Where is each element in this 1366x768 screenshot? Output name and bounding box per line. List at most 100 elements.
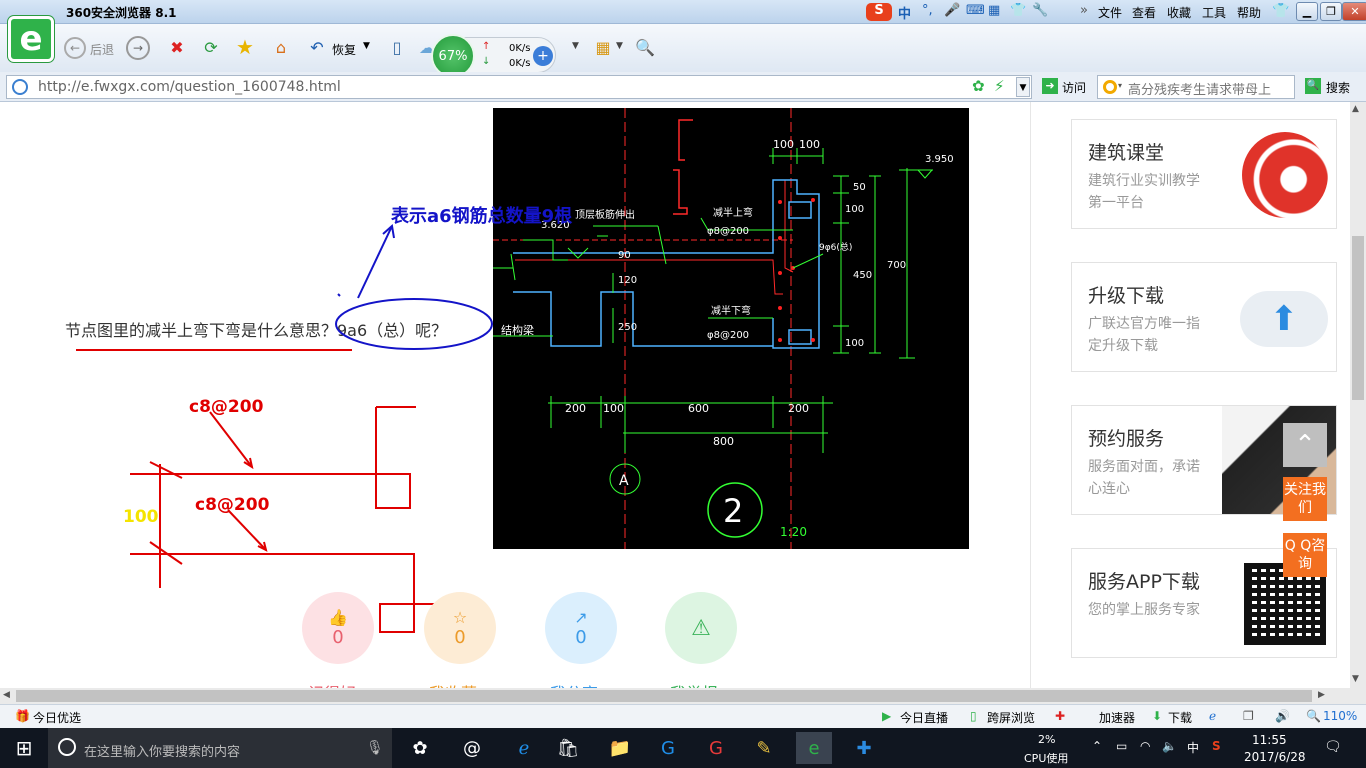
- battery-icon[interactable]: ▭: [1116, 739, 1127, 753]
- restore-label[interactable]: 恢复: [332, 41, 356, 58]
- follow-us-button[interactable]: 关注我们: [1283, 477, 1327, 521]
- close-button[interactable]: ✕: [1342, 2, 1366, 21]
- search-magnifier-icon[interactable]: 🔍: [1305, 78, 1321, 94]
- extensions-dropdown-icon[interactable]: ▼: [616, 41, 623, 51]
- favorite-star-icon[interactable]: ★: [232, 34, 258, 60]
- glodon-app-icon[interactable]: G: [650, 732, 686, 764]
- like-label[interactable]: 记得好: [308, 680, 356, 688]
- ime-lang-indicator[interactable]: 中: [898, 3, 911, 22]
- skin-icon[interactable]: 👕: [1010, 3, 1026, 21]
- search-placeholder[interactable]: 高分残疾考生请求带母上: [1128, 79, 1292, 98]
- refresh-icon[interactable]: ⟳: [198, 34, 224, 60]
- sidebar-card-upgrade[interactable]: 升级下载 广联达官方唯一指定升级下载 ⬆: [1071, 262, 1337, 372]
- favorite-button[interactable]: ☆ 0: [424, 592, 496, 664]
- url-text[interactable]: http://e.fwxgx.com/question_1600748.html: [38, 79, 341, 95]
- spiral-app-icon[interactable]: @: [454, 732, 490, 764]
- qq-consult-button[interactable]: Q Q咨询: [1283, 533, 1327, 577]
- maximize-button[interactable]: ❐: [1320, 2, 1342, 21]
- home-icon[interactable]: ⌂: [268, 34, 294, 60]
- daily-picks-link[interactable]: 今日优选: [33, 709, 81, 726]
- tray-expand-icon[interactable]: ⌃: [1092, 739, 1102, 753]
- accelerator-link[interactable]: 加速器: [1099, 709, 1135, 726]
- live-link[interactable]: 今日直播: [900, 709, 948, 726]
- stop-icon[interactable]: ✖: [164, 34, 190, 60]
- cortana-icon[interactable]: [58, 738, 76, 756]
- download-icon[interactable]: ⬇: [1152, 709, 1162, 723]
- mic-icon[interactable]: 🎙: [366, 740, 384, 756]
- accelerator-icon[interactable]: ✚: [1055, 709, 1065, 723]
- like-button[interactable]: 👍 0: [302, 592, 374, 664]
- extension-dropdown-icon[interactable]: ▼: [572, 41, 579, 51]
- more-icon[interactable]: »: [1080, 3, 1088, 21]
- site-security-icon[interactable]: [12, 79, 28, 95]
- cpu-label[interactable]: CPU使用: [1024, 750, 1068, 766]
- sogou-tray-icon[interactable]: S: [1212, 739, 1221, 753]
- zoom-icon[interactable]: 🔍: [1306, 709, 1321, 723]
- clock-time[interactable]: 11:55: [1252, 733, 1287, 747]
- restore-icon[interactable]: ↶: [304, 34, 330, 60]
- visit-button[interactable]: 访问: [1062, 79, 1086, 96]
- glodon-red-icon[interactable]: G: [698, 732, 734, 764]
- shirt-icon[interactable]: 👕: [1272, 3, 1289, 19]
- browser-360-task-icon[interactable]: e: [796, 732, 832, 764]
- grid-icon[interactable]: ▦: [988, 3, 1000, 21]
- ie-icon[interactable]: ℯ: [1209, 709, 1216, 723]
- speaker-icon[interactable]: 🔈: [1162, 739, 1177, 753]
- zoom-search-icon[interactable]: 🔍: [632, 34, 658, 60]
- speedup-plus-icon[interactable]: +: [533, 46, 553, 66]
- taskbar-search-placeholder[interactable]: 在这里输入你要搜索的内容: [84, 741, 240, 760]
- report-label[interactable]: 我举报: [670, 680, 718, 688]
- download-link[interactable]: 下载: [1168, 709, 1192, 726]
- mobile-icon[interactable]: ▯: [384, 34, 410, 60]
- menu-help[interactable]: 帮助: [1237, 4, 1261, 21]
- compat-mode-icon[interactable]: ✿: [972, 77, 985, 95]
- restore-dropdown-icon[interactable]: ▼: [363, 41, 370, 51]
- notes-app-icon[interactable]: ✎: [746, 732, 782, 764]
- punctuation-icon[interactable]: °,: [922, 3, 933, 21]
- wifi-icon[interactable]: ◠: [1140, 739, 1150, 753]
- sogou-ime-icon[interactable]: S: [866, 3, 892, 21]
- live-icon[interactable]: ▶: [882, 709, 891, 723]
- search-engine-icon[interactable]: [1103, 80, 1117, 94]
- speed-mode-icon[interactable]: ⚡: [994, 77, 1005, 95]
- search-button[interactable]: 搜索: [1326, 79, 1350, 96]
- url-dropdown-icon[interactable]: ▼: [1016, 77, 1030, 97]
- scroll-up-arrow-icon[interactable]: ▲: [1352, 104, 1359, 114]
- extensions-grid-icon[interactable]: ▦: [590, 34, 616, 60]
- share-label[interactable]: 我分享: [550, 680, 598, 688]
- keyboard-icon[interactable]: ⌨: [966, 3, 985, 21]
- edge-icon[interactable]: ℯ: [506, 732, 542, 764]
- report-button[interactable]: ⚠: [665, 592, 737, 664]
- cpu-percent[interactable]: 2%: [1038, 733, 1055, 746]
- menu-favorites[interactable]: 收藏: [1167, 4, 1191, 21]
- windows-start-icon[interactable]: ⊞: [0, 728, 48, 768]
- scroll-right-arrow-icon[interactable]: ▶: [1318, 690, 1325, 700]
- favorite-label[interactable]: 我收藏: [429, 680, 477, 688]
- cross-screen-icon[interactable]: ▯: [970, 709, 977, 723]
- sidebar-card-course[interactable]: 建筑课堂 建筑行业实训教学第一平台: [1071, 119, 1337, 229]
- wrench-icon[interactable]: 🔧: [1032, 3, 1048, 21]
- back-to-top-icon[interactable]: ⌃: [1283, 423, 1327, 467]
- plus-app-icon[interactable]: ✚: [846, 732, 882, 764]
- search-engine-dropdown-icon[interactable]: ▾: [1118, 81, 1122, 90]
- menu-tools[interactable]: 工具: [1202, 4, 1226, 21]
- back-arrow-icon[interactable]: ←: [64, 37, 86, 59]
- forward-arrow-icon[interactable]: →: [126, 36, 150, 60]
- volume-icon[interactable]: 🔊: [1275, 709, 1290, 723]
- vertical-scroll-thumb[interactable]: [1352, 236, 1364, 400]
- gift-icon[interactable]: 🎁: [15, 709, 30, 723]
- zoom-level[interactable]: 110%: [1323, 709, 1357, 723]
- taskbar-ime[interactable]: 中: [1187, 739, 1199, 756]
- scroll-down-arrow-icon[interactable]: ▼: [1352, 674, 1359, 684]
- window-icon[interactable]: ❐: [1243, 709, 1254, 723]
- notification-icon[interactable]: 🗨: [1324, 739, 1342, 755]
- clock-date[interactable]: 2017/6/28: [1244, 750, 1306, 764]
- pinwheel-app-icon[interactable]: ✿: [402, 732, 438, 764]
- cross-screen-link[interactable]: 跨屏浏览: [987, 709, 1035, 726]
- scroll-left-arrow-icon[interactable]: ◀: [3, 690, 10, 700]
- back-label[interactable]: 后退: [90, 41, 114, 58]
- horizontal-scroll-thumb[interactable]: [16, 690, 1312, 702]
- store-icon[interactable]: 🛍: [550, 732, 586, 764]
- file-explorer-icon[interactable]: 📁: [602, 732, 638, 764]
- menu-file[interactable]: 文件: [1098, 4, 1122, 21]
